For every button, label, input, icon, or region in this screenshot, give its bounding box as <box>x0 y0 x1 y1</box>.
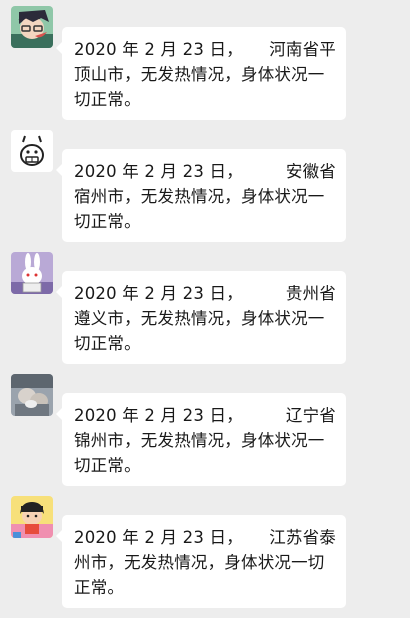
message-line: 遵义市，无发热情况，身体状况一 <box>74 309 325 328</box>
message-bubble[interactable]: 2020 年 2 月 23 日， 河南省平 顶山市，无发热情况，身体状况一 切正… <box>56 27 346 120</box>
message-date: 2020 年 2 月 23 日， <box>74 406 243 425</box>
message-line: 2020 年 2 月 23 日， 江苏省泰 <box>74 525 336 550</box>
message-place: 江苏省泰 <box>269 528 336 547</box>
message-bubble[interactable]: 2020 年 2 月 23 日， 辽宁省 锦州市，无发热情况，身体状况一 切正常… <box>56 393 346 486</box>
message-date: 2020 年 2 月 23 日， <box>74 284 243 303</box>
anime-character-avatar-icon[interactable] <box>11 6 53 48</box>
message-date: 2020 年 2 月 23 日， <box>74 162 243 181</box>
message-place: 贵州省 <box>285 284 336 303</box>
message-bubble[interactable]: 2020 年 2 月 23 日， 贵州省 遵义市，无发热情况，身体状况一 切正常… <box>56 271 346 364</box>
photo-avatar-icon[interactable] <box>11 374 53 416</box>
message-line: 2020 年 2 月 23 日， 辽宁省 <box>74 403 336 428</box>
message-line: 州市，无发热情况，身体状况一切 <box>74 553 325 572</box>
message-line: 锦州市，无发热情况，身体状况一 <box>74 431 325 450</box>
cartoon-girl-avatar-icon[interactable] <box>11 496 53 538</box>
message-place: 辽宁省 <box>285 406 336 425</box>
message-place: 安徽省 <box>285 162 336 181</box>
message-line: 2020 年 2 月 23 日， 安徽省 <box>74 159 336 184</box>
message-line: 顶山市，无发热情况，身体状况一 <box>74 65 325 84</box>
message-date: 2020 年 2 月 23 日， <box>74 40 243 59</box>
message-bubble[interactable]: 2020 年 2 月 23 日， 江苏省泰 州市，无发热情况，身体状况一切 正常… <box>56 515 346 608</box>
message-line: 宿州市，无发热情况，身体状况一 <box>74 187 325 206</box>
message-line: 2020 年 2 月 23 日， 河南省平 <box>74 37 336 62</box>
message-line: 2020 年 2 月 23 日， 贵州省 <box>74 281 336 306</box>
cartoon-face-avatar-icon[interactable] <box>11 130 53 172</box>
message-line: 正常。 <box>74 578 125 597</box>
message-line: 切正常。 <box>74 212 141 231</box>
message-place: 河南省平 <box>269 40 336 59</box>
rabbit-character-avatar-icon[interactable] <box>11 252 53 294</box>
message-bubble[interactable]: 2020 年 2 月 23 日， 安徽省 宿州市，无发热情况，身体状况一 切正常… <box>56 149 346 242</box>
chat-message-list: 2020 年 2 月 23 日， 河南省平 顶山市，无发热情况，身体状况一 切正… <box>0 0 410 618</box>
message-line: 切正常。 <box>74 456 141 475</box>
message-line: 切正常。 <box>74 334 141 353</box>
message-date: 2020 年 2 月 23 日， <box>74 528 243 547</box>
message-line: 切正常。 <box>74 90 141 109</box>
